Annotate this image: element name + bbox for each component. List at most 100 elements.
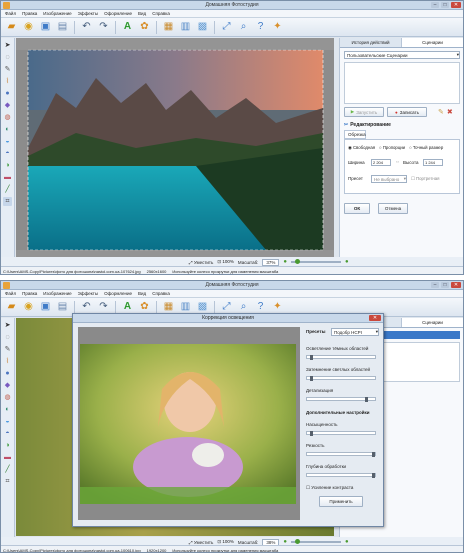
ok-button[interactable]: ОК [344, 203, 370, 214]
radio-exact-size[interactable]: ○ Точный размер [409, 145, 443, 151]
print-icon[interactable]: ▤ [55, 20, 70, 35]
record-button[interactable]: ● Записать [387, 107, 427, 117]
width-input[interactable]: 2 204 [371, 159, 391, 166]
lasso-icon[interactable]: ◌ [3, 53, 12, 62]
effects-icon[interactable]: ✦ [270, 20, 285, 35]
highlights-darken-slider[interactable] [306, 376, 376, 381]
zoom-out-icon[interactable]: ● [283, 259, 287, 265]
menu-help[interactable]: Справка [152, 291, 170, 296]
maximize-button[interactable]: □ [441, 282, 449, 288]
wand-icon[interactable]: ✎ [3, 65, 12, 74]
saturation-slider[interactable] [306, 431, 376, 436]
help-icon[interactable]: ? [253, 20, 268, 35]
slider-knob[interactable] [371, 473, 375, 478]
zoom-slider[interactable] [291, 259, 342, 264]
maximize-button[interactable]: □ [441, 2, 449, 8]
cancel-button[interactable]: Отмена [378, 203, 408, 214]
palette-icon[interactable]: ✿ [137, 20, 152, 35]
crop-subsection-tab[interactable]: Обрезка [344, 130, 366, 139]
minimize-button[interactable]: – [431, 2, 439, 8]
depth-slider[interactable] [306, 473, 376, 478]
menu-image[interactable]: Изображение [43, 11, 71, 16]
open-folder-icon[interactable]: ▰ [4, 20, 19, 35]
water-icon[interactable]: ◒ [3, 417, 12, 426]
menu-help[interactable]: Справка [152, 11, 170, 16]
menu-effects[interactable]: Эффекты [78, 291, 98, 296]
edit-scenario-icon[interactable]: ✎ [438, 108, 444, 116]
link-icon[interactable]: ⇔ [395, 159, 400, 165]
color-icon[interactable]: ◑ [3, 161, 12, 170]
red-eye-icon[interactable]: ◍ [3, 393, 12, 402]
drop-icon[interactable]: ● [3, 89, 12, 98]
blur-icon[interactable]: ◆ [3, 381, 12, 390]
wand-icon[interactable]: ✎ [3, 345, 12, 354]
scenario-list[interactable] [344, 62, 460, 104]
eraser-icon[interactable]: ▬ [3, 173, 12, 182]
delete-scenario-icon[interactable]: ✖ [447, 108, 453, 116]
preset-select[interactable]: Не выбрано ▾ [371, 175, 407, 183]
clone-icon[interactable]: ◐ [3, 125, 12, 134]
menu-edit[interactable]: Правка [22, 11, 37, 16]
detail-slider[interactable] [306, 397, 376, 402]
zoom-in-icon[interactable]: ● [345, 259, 349, 265]
menu-image[interactable]: Изображение [43, 291, 71, 296]
fit-button[interactable]: ⤢ Уместить [189, 260, 213, 265]
clone-icon[interactable]: ◐ [3, 405, 12, 414]
open-folder-icon[interactable]: ▰ [4, 300, 19, 315]
contrast-checkbox[interactable]: ☐ Усиление контраста [306, 485, 353, 491]
portrait-checkbox[interactable]: ☐ Портретная [411, 176, 439, 182]
collage-icon[interactable]: ▩ [195, 20, 210, 35]
shadows-lighten-slider[interactable] [306, 355, 376, 360]
crop-icon[interactable]: ⌗ [3, 197, 12, 206]
zoom-value[interactable]: 37% [262, 258, 280, 266]
menu-design[interactable]: Оформление [104, 291, 132, 296]
redo-icon[interactable]: ↷ [96, 20, 111, 35]
brush-icon[interactable]: ⌇ [3, 77, 12, 86]
menu-edit[interactable]: Правка [22, 291, 37, 296]
gallery-icon[interactable]: ◉ [21, 20, 36, 35]
height-input[interactable]: 1 244 [423, 159, 443, 166]
line-icon[interactable]: ╱ [3, 185, 12, 194]
water-icon[interactable]: ◒ [3, 137, 12, 146]
run-button[interactable]: ▶ Запустить [344, 107, 384, 117]
menu-view[interactable]: Вид [138, 291, 146, 296]
lasso-icon[interactable]: ◌ [3, 333, 12, 342]
zoom-slider-knob[interactable] [295, 259, 301, 264]
presets-select[interactable]: Подобр HCPI ▾ [331, 328, 379, 336]
menu-file[interactable]: Файл [5, 291, 16, 296]
tab-scenarios[interactable]: Сценарии [402, 318, 463, 327]
line-icon[interactable]: ╱ [3, 465, 12, 474]
save-icon[interactable]: ▣ [38, 300, 53, 315]
menu-effects[interactable]: Эффекты [78, 11, 98, 16]
fill-icon[interactable]: ◓ [3, 429, 12, 438]
minimize-button[interactable]: – [431, 282, 439, 288]
color-icon[interactable]: ◑ [3, 441, 12, 450]
zoom-icon[interactable]: ⌕ [236, 20, 251, 35]
slider-knob[interactable] [310, 355, 314, 360]
tab-scenarios[interactable]: Сценарии [402, 38, 463, 47]
slider-knob[interactable] [364, 397, 368, 402]
gallery-icon[interactable]: ◉ [21, 300, 36, 315]
select-arrow-icon[interactable]: ➤ [3, 41, 12, 50]
red-eye-icon[interactable]: ◍ [3, 113, 12, 122]
blur-icon[interactable]: ◆ [3, 101, 12, 110]
tab-history[interactable]: История действий [340, 38, 402, 47]
slider-knob[interactable] [310, 376, 314, 381]
radio-proportions[interactable]: ○ Пропорции [379, 145, 405, 151]
menu-view[interactable]: Вид [138, 11, 146, 16]
apply-button[interactable]: Применить [319, 496, 363, 507]
brush-icon[interactable]: ⌇ [3, 357, 12, 366]
scenario-select[interactable]: Пользовательские Сценарии ▾ [344, 51, 460, 59]
image-canvas[interactable] [16, 38, 334, 257]
zoom-slider-knob[interactable] [295, 539, 301, 544]
drop-icon[interactable]: ● [3, 369, 12, 378]
zoom-100-button[interactable]: ⊡ 100% [217, 259, 234, 265]
close-button[interactable]: ✕ [451, 282, 461, 288]
fill-icon[interactable]: ◓ [3, 149, 12, 158]
radio-free[interactable]: ◉ Свободная [348, 145, 375, 151]
select-arrow-icon[interactable]: ➤ [3, 321, 12, 330]
save-icon[interactable]: ▣ [38, 20, 53, 35]
dialog-close-button[interactable]: ✕ [369, 315, 381, 321]
eraser-icon[interactable]: ▬ [3, 453, 12, 462]
image-icon[interactable]: ▦ [161, 20, 176, 35]
